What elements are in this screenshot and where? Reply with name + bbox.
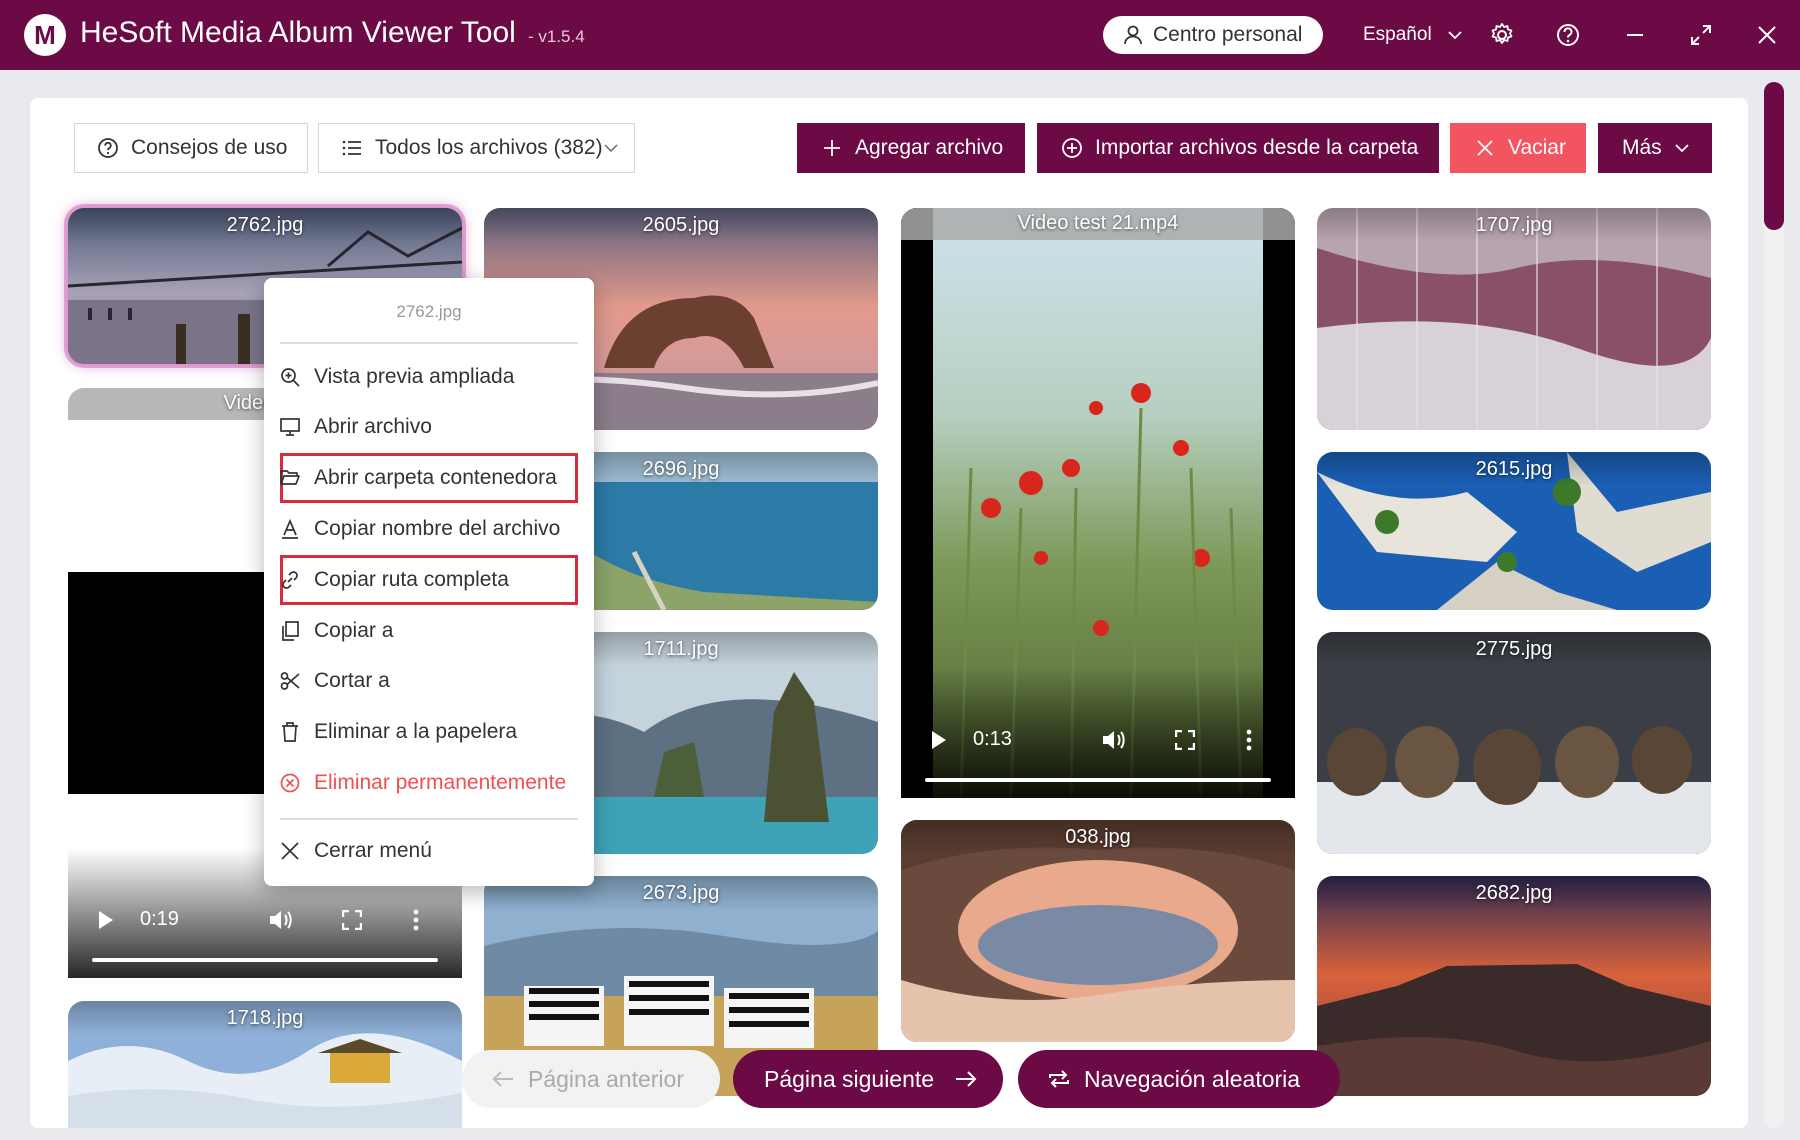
clear-button[interactable]: Vaciar <box>1450 123 1586 173</box>
usage-tips-button[interactable]: Consejos de uso <box>74 123 308 173</box>
usage-tips-label: Consejos de uso <box>131 136 288 159</box>
tile-filename: Video test 21.mp4 <box>1017 212 1179 234</box>
personal-center-label: Centro personal <box>1153 23 1303 46</box>
trash-icon <box>282 722 298 742</box>
tile-filename: 038.jpg <box>1065 826 1131 848</box>
menu-item-copy-full-path[interactable]: Copiar ruta completa <box>280 555 578 605</box>
menu-item-copy-filename[interactable]: Copiar nombre del archivo <box>280 504 578 554</box>
zoom-in-icon <box>281 368 300 387</box>
repeat-icon <box>1049 1070 1069 1088</box>
help-icon[interactable] <box>1554 21 1582 49</box>
random-navigation-label: Navegación aleatoria <box>1084 1066 1301 1092</box>
chevron-down-icon <box>1675 144 1689 153</box>
close-icon <box>281 842 299 860</box>
more-vertical-icon[interactable] <box>1245 728 1253 752</box>
menu-item-copy-to[interactable]: Copiar a <box>280 606 578 656</box>
chevron-down-icon <box>1448 31 1462 40</box>
link-icon <box>282 571 298 589</box>
divider <box>280 818 578 820</box>
gear-icon[interactable] <box>1488 21 1516 49</box>
next-page-button[interactable]: Página siguiente <box>733 1050 1003 1108</box>
divider <box>280 342 578 344</box>
fullscreen-icon[interactable] <box>1175 730 1195 750</box>
scissors-icon <box>280 672 300 690</box>
personal-center-button[interactable]: Centro personal <box>1103 16 1323 54</box>
plus-icon <box>824 140 840 156</box>
video-controls: 0:13 <box>901 668 1295 798</box>
media-tile[interactable]: 1707.jpg <box>1317 208 1711 430</box>
random-navigation-button[interactable]: Navegación aleatoria <box>1018 1050 1340 1108</box>
volume-icon[interactable] <box>1101 728 1127 752</box>
play-icon[interactable] <box>931 730 947 750</box>
menu-item-cut-to[interactable]: Cortar a <box>280 656 578 706</box>
app-version: - v1.5.4 <box>528 27 585 46</box>
chevron-down-icon <box>604 144 618 153</box>
fullscreen-icon[interactable] <box>342 910 362 930</box>
play-icon[interactable] <box>98 910 114 930</box>
clear-label: Vaciar <box>1508 136 1566 159</box>
text-icon <box>282 519 298 539</box>
tile-filename: 1707.jpg <box>1475 214 1553 236</box>
import-folder-label: Importar archivos desde la carpeta <box>1095 136 1419 159</box>
menu-item-delete-permanently[interactable]: Eliminar permanentemente <box>280 758 578 808</box>
more-button[interactable]: Más <box>1598 123 1712 173</box>
video-time: 0:13 <box>973 728 1012 750</box>
add-file-button[interactable]: Agregar archivo <box>797 123 1025 173</box>
language-selector[interactable]: Español <box>1363 24 1462 46</box>
video-tile[interactable]: Video test 21.mp4 0:13 <box>901 208 1295 798</box>
menu-item-close-menu[interactable]: Cerrar menú <box>280 826 578 876</box>
context-menu: 2762.jpg Vista previa ampliada Abrir arc… <box>264 278 594 886</box>
title-bar: M HeSoft Media Album Viewer Tool - v1.5.… <box>0 0 1800 70</box>
tile-filename: 2605.jpg <box>642 214 720 236</box>
menu-item-open-file[interactable]: Abrir archivo <box>280 402 578 452</box>
file-filter-dropdown[interactable]: Todos los archivos (382) <box>318 123 635 173</box>
help-circle-icon <box>98 138 118 158</box>
plus-circle-icon <box>1062 138 1082 158</box>
volume-icon[interactable] <box>268 908 294 932</box>
close-icon[interactable] <box>1753 21 1781 49</box>
app-title: HeSoft Media Album Viewer Tool <box>80 16 516 49</box>
previous-page-button[interactable]: Página anterior <box>462 1050 720 1108</box>
media-tile[interactable]: 038.jpg <box>901 820 1295 1042</box>
language-label: Español <box>1363 24 1432 45</box>
video-progress-bar[interactable] <box>92 958 438 962</box>
app-logo: M <box>24 14 66 56</box>
import-folder-button[interactable]: Importar archivos desde la carpeta <box>1037 123 1439 173</box>
previous-page-label: Página anterior <box>528 1066 684 1092</box>
menu-item-zoom-preview[interactable]: Vista previa ampliada <box>280 352 578 402</box>
vertical-scrollbar[interactable] <box>1764 82 1784 1128</box>
file-filter-label: Todos los archivos (382) <box>375 136 603 159</box>
maximize-icon[interactable] <box>1687 21 1715 49</box>
tile-filename: 2762.jpg <box>226 214 304 236</box>
context-menu-header: 2762.jpg <box>396 302 462 321</box>
more-vertical-icon[interactable] <box>412 908 420 932</box>
menu-item-move-to-trash[interactable]: Eliminar a la papelera <box>280 707 578 757</box>
more-label: Más <box>1622 136 1662 159</box>
tile-filename: 2682.jpg <box>1475 882 1553 904</box>
menu-item-open-containing-folder[interactable]: Abrir carpeta contenedora <box>280 453 578 503</box>
video-time: 0:19 <box>140 908 179 930</box>
folder-open-icon <box>280 470 300 485</box>
close-circle-icon <box>280 773 300 793</box>
add-file-label: Agregar archivo <box>855 136 1004 159</box>
minimize-icon[interactable] <box>1621 21 1649 49</box>
media-tile[interactable]: 2682.jpg <box>1317 876 1711 1096</box>
arrow-left-icon <box>492 1071 513 1087</box>
scrollbar-thumb[interactable] <box>1764 82 1784 230</box>
tile-filename: 1718.jpg <box>226 1007 304 1029</box>
next-page-label: Página siguiente <box>764 1066 935 1092</box>
copy-icon <box>282 621 299 641</box>
media-tile[interactable]: 1718.jpg <box>68 1001 462 1128</box>
close-icon <box>1477 140 1493 156</box>
tile-filename: 2775.jpg <box>1475 638 1553 660</box>
media-tile[interactable]: 2775.jpg <box>1317 632 1711 854</box>
list-icon <box>342 140 361 156</box>
monitor-icon <box>280 418 300 436</box>
user-icon <box>1124 25 1142 45</box>
video-progress-bar[interactable] <box>925 778 1271 782</box>
tile-filename: 2615.jpg <box>1475 458 1553 480</box>
media-tile[interactable]: 2615.jpg <box>1317 452 1711 610</box>
arrow-right-icon <box>956 1071 977 1087</box>
